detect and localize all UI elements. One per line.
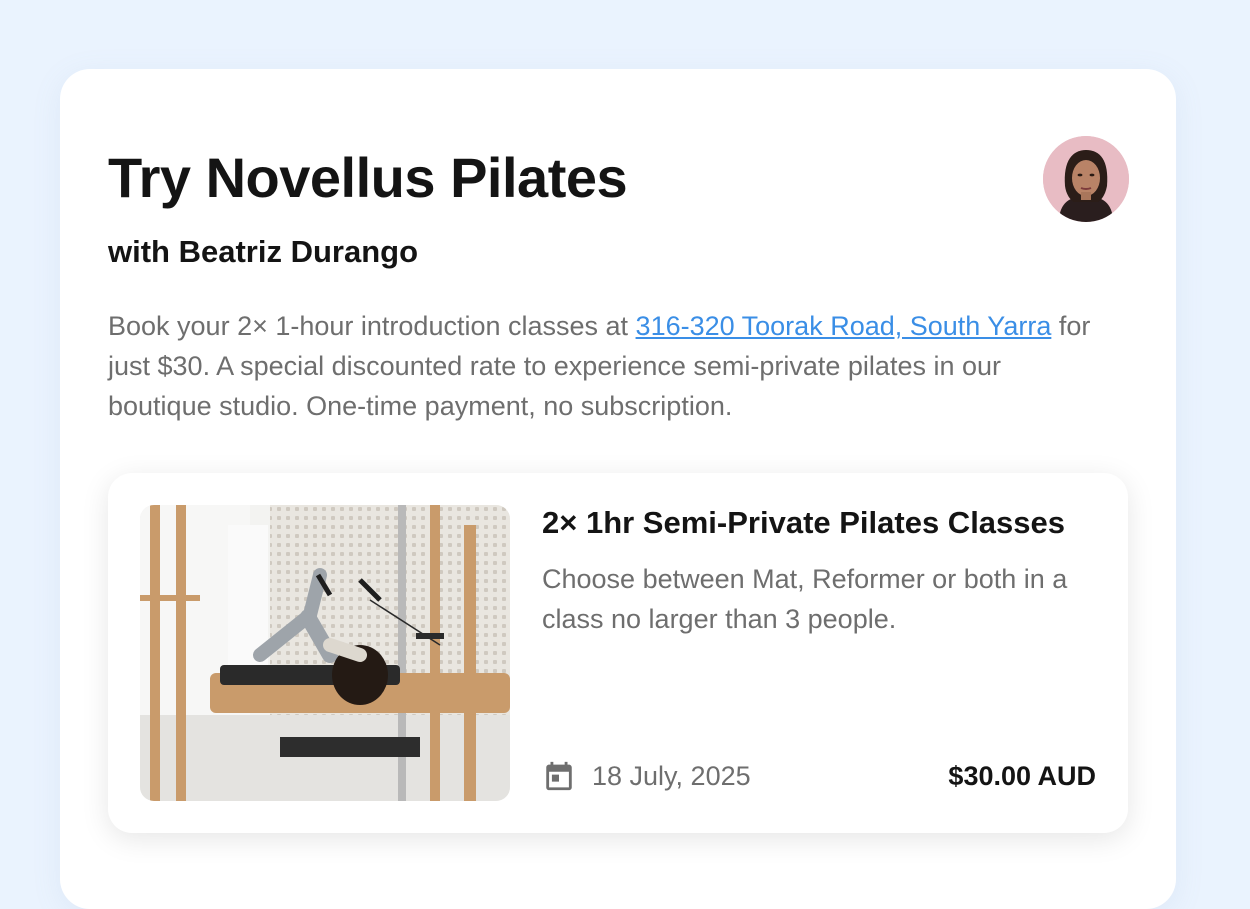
studio-address-link[interactable]: 316-320 Toorak Road, South Yarra — [636, 311, 1052, 341]
instructor-avatar-icon — [1043, 136, 1129, 222]
description-text-before: Book your 2× 1-hour introduction classes… — [108, 311, 636, 341]
intro-description: Book your 2× 1-hour introduction classes… — [108, 306, 1098, 426]
date-text: 18 July, 2025 — [592, 760, 751, 791]
instructor-subtitle: with Beatriz Durango — [108, 234, 419, 269]
pilates-reformer-image — [140, 505, 510, 801]
page-title: Try Novellus Pilates — [108, 146, 628, 209]
pilates-reformer-photo-icon — [140, 505, 510, 801]
price-label: $30.00 AUD — [948, 761, 1096, 791]
calendar-icon — [546, 761, 572, 791]
booking-card: Try Novellus Pilates with Beatriz Durang… — [60, 69, 1176, 909]
product-description: Choose between Mat, Reformer or both in … — [542, 564, 1068, 634]
avatar[interactable] — [1043, 136, 1129, 222]
product-title: 2× 1hr Semi-Private Pilates Classes — [542, 505, 1066, 540]
class-date: 18 July, 2025 — [542, 759, 751, 793]
product-card[interactable]: 2× 1hr Semi-Private Pilates Classes Choo… — [108, 473, 1128, 833]
